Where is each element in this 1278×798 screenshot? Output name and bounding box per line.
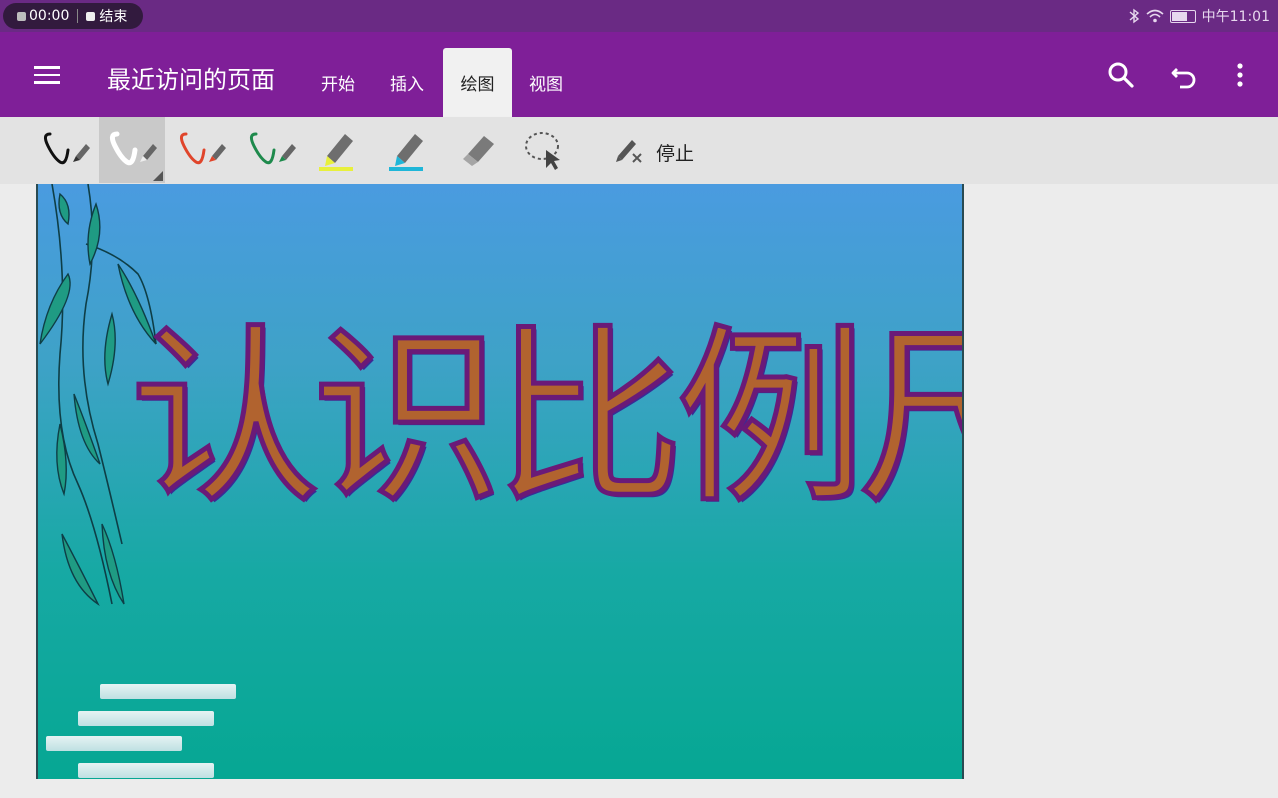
- screen-record-pill[interactable]: 00:00 结束: [3, 3, 143, 29]
- decorative-bar: [46, 736, 182, 751]
- bluetooth-icon: [1129, 8, 1139, 24]
- record-indicator-icon: [17, 11, 26, 21]
- tab-draw[interactable]: 绘图: [443, 48, 512, 117]
- highlighter-cyan-tool[interactable]: [375, 117, 441, 183]
- decorative-bar: [78, 711, 214, 726]
- stop-drawing-label[interactable]: 停止: [656, 139, 694, 166]
- draw-toolbar: 停止: [0, 117, 1278, 184]
- slide-image: 认识比例尺: [36, 184, 964, 779]
- decorative-bar: [78, 763, 214, 778]
- battery-icon: [1169, 9, 1196, 23]
- slide-title: 认识比例尺: [127, 308, 964, 529]
- pen-green-icon: [249, 132, 296, 165]
- status-bar: 00:00 结束 中午11:01: [0, 0, 1278, 32]
- record-time: 00:00: [29, 8, 70, 24]
- more-vert-icon[interactable]: [1225, 60, 1255, 90]
- stop-record-icon[interactable]: [86, 11, 96, 21]
- tab-home[interactable]: 开始: [307, 48, 369, 117]
- tab-view[interactable]: 视图: [515, 48, 577, 117]
- system-indicators: 中午11:01: [1128, 0, 1270, 32]
- highlighter-yellow-icon: [319, 134, 353, 171]
- wifi-icon: [1146, 9, 1164, 23]
- options-corner-icon: [153, 171, 163, 181]
- menu-icon[interactable]: [34, 66, 60, 84]
- pen-black-tool[interactable]: [32, 117, 98, 183]
- eraser-icon: [463, 136, 494, 166]
- pen-black-icon: [43, 132, 90, 165]
- pen-red-icon: [179, 132, 226, 165]
- lasso-select-tool[interactable]: [512, 117, 578, 183]
- stop-drawing-button[interactable]: [595, 117, 661, 183]
- clock: 中午11:01: [1201, 9, 1270, 25]
- pen-red-tool[interactable]: [168, 117, 234, 183]
- lasso-select-icon: [525, 132, 560, 170]
- pen-white-icon: [109, 131, 157, 166]
- pen-green-tool[interactable]: [238, 117, 304, 183]
- undo-icon[interactable]: [1170, 60, 1200, 90]
- search-icon[interactable]: [1106, 60, 1136, 90]
- end-record-button[interactable]: 结束: [99, 6, 127, 26]
- pen-cancel-icon: [616, 140, 642, 163]
- decorative-bar: [100, 684, 236, 699]
- tab-insert[interactable]: 插入: [376, 48, 438, 117]
- highlighter-cyan-icon: [389, 134, 423, 171]
- eraser-tool[interactable]: [444, 117, 510, 183]
- highlighter-yellow-tool[interactable]: [305, 117, 371, 183]
- page-title: 最近访问的页面: [107, 66, 275, 94]
- pen-white-tool[interactable]: [99, 117, 165, 183]
